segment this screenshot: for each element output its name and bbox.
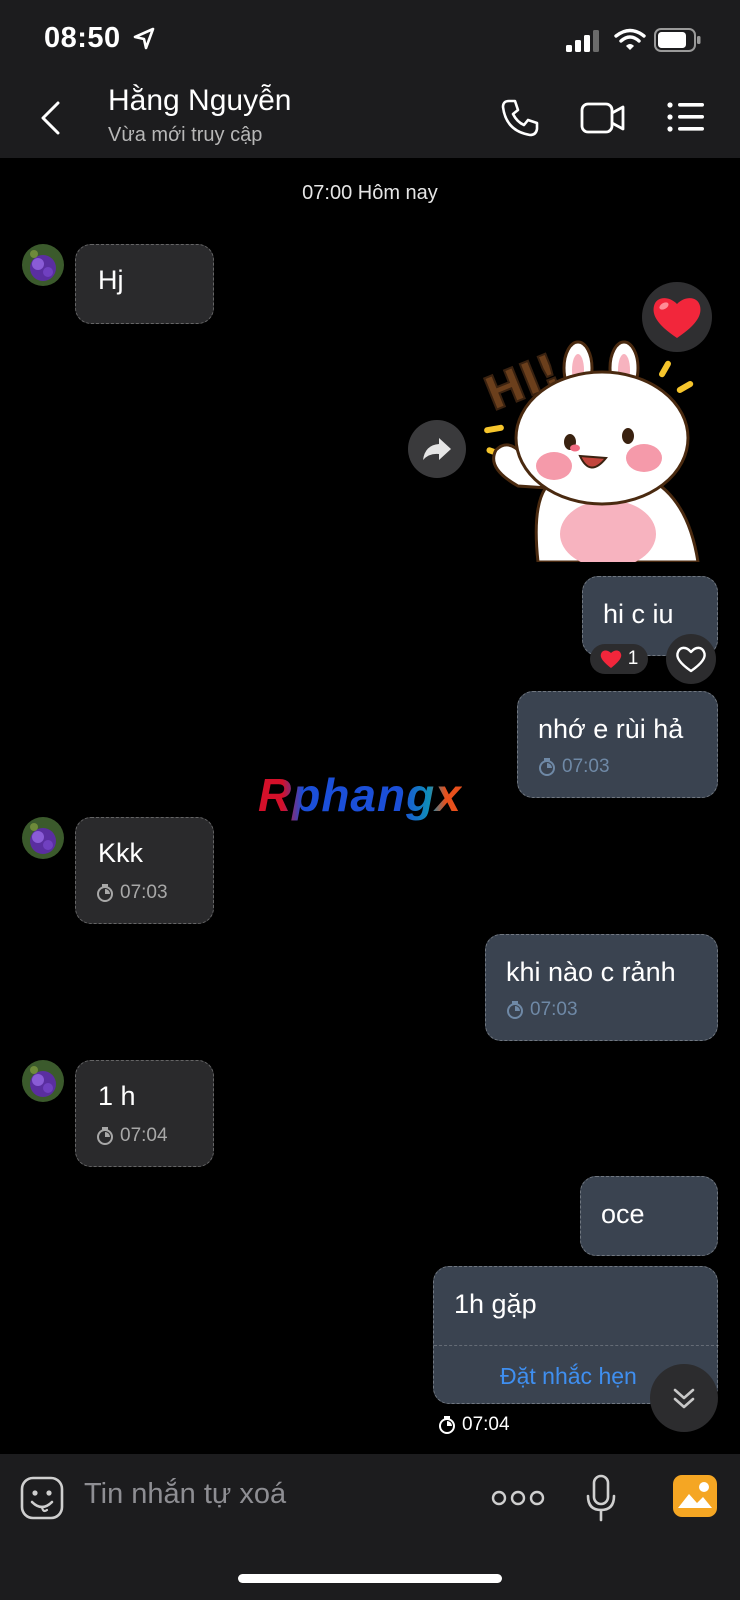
react-button[interactable] bbox=[666, 634, 716, 684]
bunny-hi-sticker: HI! bbox=[476, 340, 700, 568]
sticker-message[interactable]: HI! bbox=[476, 338, 718, 568]
message-text: Hj bbox=[98, 265, 124, 295]
phone-call-icon[interactable] bbox=[500, 98, 540, 138]
microphone-icon[interactable] bbox=[584, 1474, 618, 1522]
self-destruct-timer-icon bbox=[507, 1001, 523, 1019]
cellular-signal-icon bbox=[566, 30, 599, 52]
message-time: 07:03 bbox=[96, 882, 168, 904]
self-destruct-timer-icon bbox=[539, 758, 555, 776]
message-text: Kkk bbox=[98, 838, 144, 868]
heart-icon bbox=[600, 650, 621, 668]
message-text: 1h gặp bbox=[454, 1289, 537, 1319]
divider bbox=[434, 1345, 719, 1346]
message-time: 07:03 bbox=[506, 999, 578, 1021]
message-bubble[interactable]: Kkk 07:03 bbox=[75, 817, 214, 924]
reaction-count: 1 bbox=[627, 648, 639, 669]
self-destruct-timer-icon bbox=[97, 884, 113, 902]
contact-name[interactable]: Hằng Nguyễn bbox=[108, 84, 291, 118]
heart-outline-icon bbox=[676, 646, 706, 673]
double-chevron-down-icon bbox=[673, 1388, 695, 1409]
avatar[interactable] bbox=[22, 817, 64, 859]
message-bubble[interactable]: nhớ e rùi hả 07:03 bbox=[517, 691, 718, 798]
message-text: khi nào c rảnh bbox=[506, 957, 676, 987]
battery-icon bbox=[654, 28, 701, 52]
forward-button[interactable] bbox=[408, 420, 466, 478]
date-separator: 07:00 Hôm nay bbox=[302, 182, 438, 204]
watermark-logo: Rphangx bbox=[258, 769, 462, 821]
avatar[interactable] bbox=[22, 1060, 64, 1102]
contact-status: Vừa mới truy cập bbox=[108, 124, 263, 146]
message-time: 07:03 bbox=[538, 756, 610, 778]
home-indicator bbox=[238, 1574, 502, 1583]
scroll-to-bottom-button[interactable] bbox=[650, 1364, 718, 1432]
message-bubble[interactable]: khi nào c rảnh 07:03 bbox=[485, 934, 718, 1041]
message-bubble[interactable]: 1 h 07:04 bbox=[75, 1060, 214, 1167]
avatar[interactable] bbox=[22, 244, 64, 286]
self-destruct-timer-icon bbox=[97, 1127, 113, 1145]
more-options-icon[interactable] bbox=[490, 1486, 546, 1510]
message-input[interactable]: Tin nhắn tự xoá bbox=[84, 1478, 286, 1511]
menu-list-icon[interactable] bbox=[666, 100, 706, 134]
location-icon bbox=[133, 27, 155, 50]
photo-gallery-icon[interactable] bbox=[672, 1474, 718, 1518]
message-text: hi c iu bbox=[603, 599, 674, 629]
forward-icon bbox=[423, 438, 451, 460]
message-text: nhớ e rùi hả bbox=[538, 714, 684, 744]
self-destruct-timer-icon bbox=[439, 1416, 455, 1434]
message-bubble[interactable]: oce bbox=[580, 1176, 718, 1256]
message-time: 07:04 bbox=[438, 1414, 510, 1436]
reaction-badge[interactable]: 1 bbox=[590, 644, 648, 674]
back-icon[interactable] bbox=[38, 100, 66, 136]
message-text: oce bbox=[601, 1199, 645, 1229]
emoji-sticker-icon[interactable] bbox=[20, 1476, 64, 1520]
message-bubble[interactable]: Hj bbox=[75, 244, 214, 324]
set-reminder-link[interactable]: Đặt nhắc hẹn bbox=[500, 1363, 637, 1390]
video-call-icon[interactable] bbox=[580, 100, 626, 136]
message-time: 07:04 bbox=[96, 1125, 168, 1147]
status-time: 08:50 bbox=[44, 22, 121, 54]
wifi-icon bbox=[614, 28, 646, 50]
message-text: 1 h bbox=[98, 1081, 136, 1111]
